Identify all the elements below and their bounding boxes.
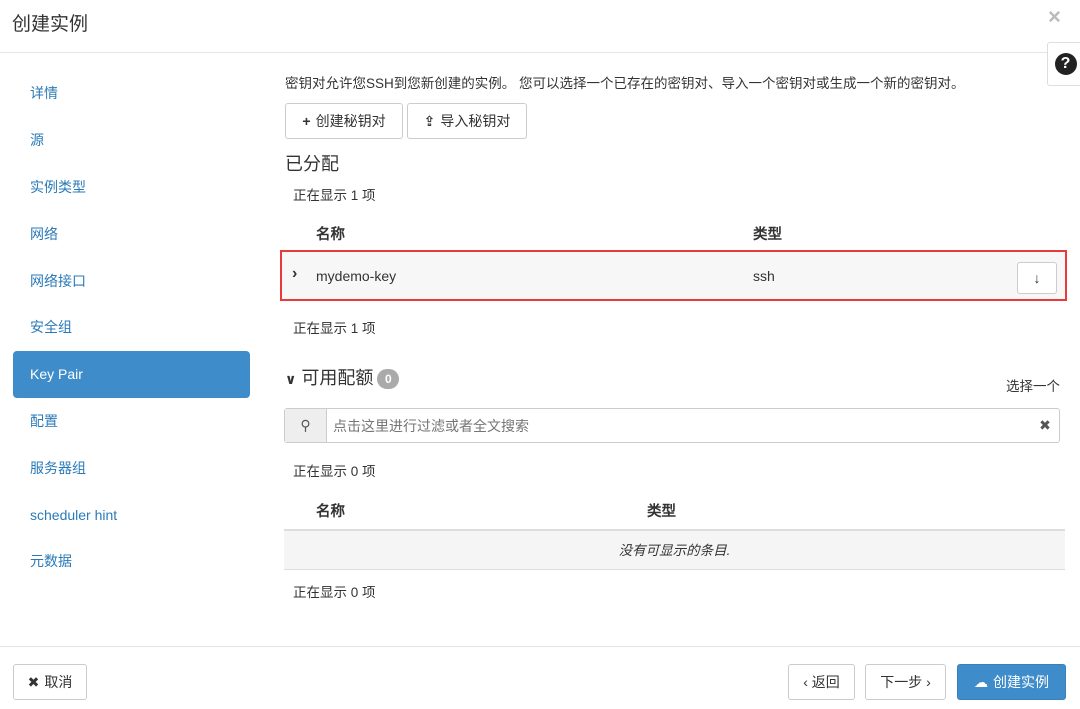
import-keypair-label: 导入秘钥对 (440, 113, 511, 129)
nav-item-security-groups[interactable]: 安全组 (13, 304, 250, 351)
cancel-label: 取消 (44, 674, 73, 690)
available-col-name: 名称 (316, 504, 345, 520)
nav-item-network-ports[interactable]: 网络接口 (13, 257, 250, 304)
available-count-top: 正在显示 0 项 (293, 464, 376, 479)
cancel-button[interactable]: ✖ 取消 (13, 664, 87, 700)
nav-item-server-groups[interactable]: 服务器组 (13, 444, 250, 491)
help-button[interactable]: ? (1047, 42, 1080, 86)
close-icon[interactable]: × (1048, 4, 1061, 30)
nav-item-key-pair[interactable]: Key Pair (13, 350, 250, 398)
create-keypair-button[interactable]: + 创建秘钥对 (285, 103, 403, 139)
nav-item-details[interactable]: 详情 (13, 70, 250, 117)
question-icon: ? (1054, 53, 1077, 75)
allocated-col-name: 名称 (316, 227, 345, 243)
keypair-name: mydemo-key (316, 268, 397, 284)
dialog-header (0, 0, 1080, 53)
import-keypair-button[interactable]: ⇪ 导入秘钥对 (407, 103, 527, 139)
available-title: 可用配额 (301, 368, 374, 388)
allocated-col-type: 类型 (753, 227, 782, 243)
chevron-right-icon[interactable]: › (292, 265, 297, 283)
upload-icon: ⇪ (423, 112, 436, 129)
allocated-count-bottom: 正在显示 1 项 (293, 321, 376, 336)
search-icon: ⚲ (285, 409, 327, 442)
nav-item-flavor[interactable]: 实例类型 (13, 164, 250, 211)
close-icon: ✖ (27, 673, 40, 690)
clear-search-icon[interactable]: ✖ (1031, 409, 1059, 442)
plus-icon: + (302, 113, 311, 129)
available-count-bottom: 正在显示 0 项 (293, 585, 376, 600)
search-input[interactable] (327, 409, 1031, 442)
allocated-title: 已分配 (285, 154, 339, 174)
create-keypair-label: 创建秘钥对 (315, 113, 386, 129)
back-button[interactable]: ‹ 返回 (788, 664, 855, 700)
search-box: ⚲ ✖ (284, 408, 1060, 443)
deallocate-button[interactable]: ↓ (1017, 262, 1057, 294)
arrow-down-icon: ↓ (1033, 270, 1041, 286)
wizard-nav: 详情 源 实例类型 网络 网络接口 安全组 Key Pair 配置 服务器组 s… (13, 70, 250, 585)
select-one-label: 选择一个 (1006, 379, 1060, 394)
nav-item-metadata[interactable]: 元数据 (13, 538, 250, 585)
nav-item-source[interactable]: 源 (13, 117, 250, 164)
create-instance-button[interactable]: ☁ 创建实例 (957, 664, 1066, 700)
keypair-type: ssh (753, 268, 775, 284)
dialog-title: 创建实例 (12, 14, 89, 35)
available-count-badge: 0 (377, 369, 400, 390)
description: 密钥对允许您SSH到您新创建的实例。 您可以选择一个已存在的密钥对、导入一个密钥… (285, 76, 965, 91)
nav-item-scheduler-hint[interactable]: scheduler hint (13, 491, 250, 538)
nav-item-configuration[interactable]: 配置 (13, 398, 250, 445)
nav-item-networks[interactable]: 网络 (13, 210, 250, 257)
table-row[interactable]: › mydemo-key ssh ↓ (280, 250, 1067, 301)
cloud-upload-icon: ☁ (974, 673, 988, 690)
dialog-footer (0, 646, 1080, 647)
available-header[interactable]: ∨ 可用配额 0 (285, 364, 400, 390)
empty-table-message: 没有可显示的条目. (284, 529, 1065, 570)
next-button[interactable]: 下一步 › (865, 664, 946, 700)
create-instance-label: 创建实例 (993, 674, 1049, 690)
allocated-count-top: 正在显示 1 项 (293, 188, 376, 203)
chevron-down-icon: ∨ (285, 371, 297, 387)
available-col-type: 类型 (647, 504, 676, 520)
